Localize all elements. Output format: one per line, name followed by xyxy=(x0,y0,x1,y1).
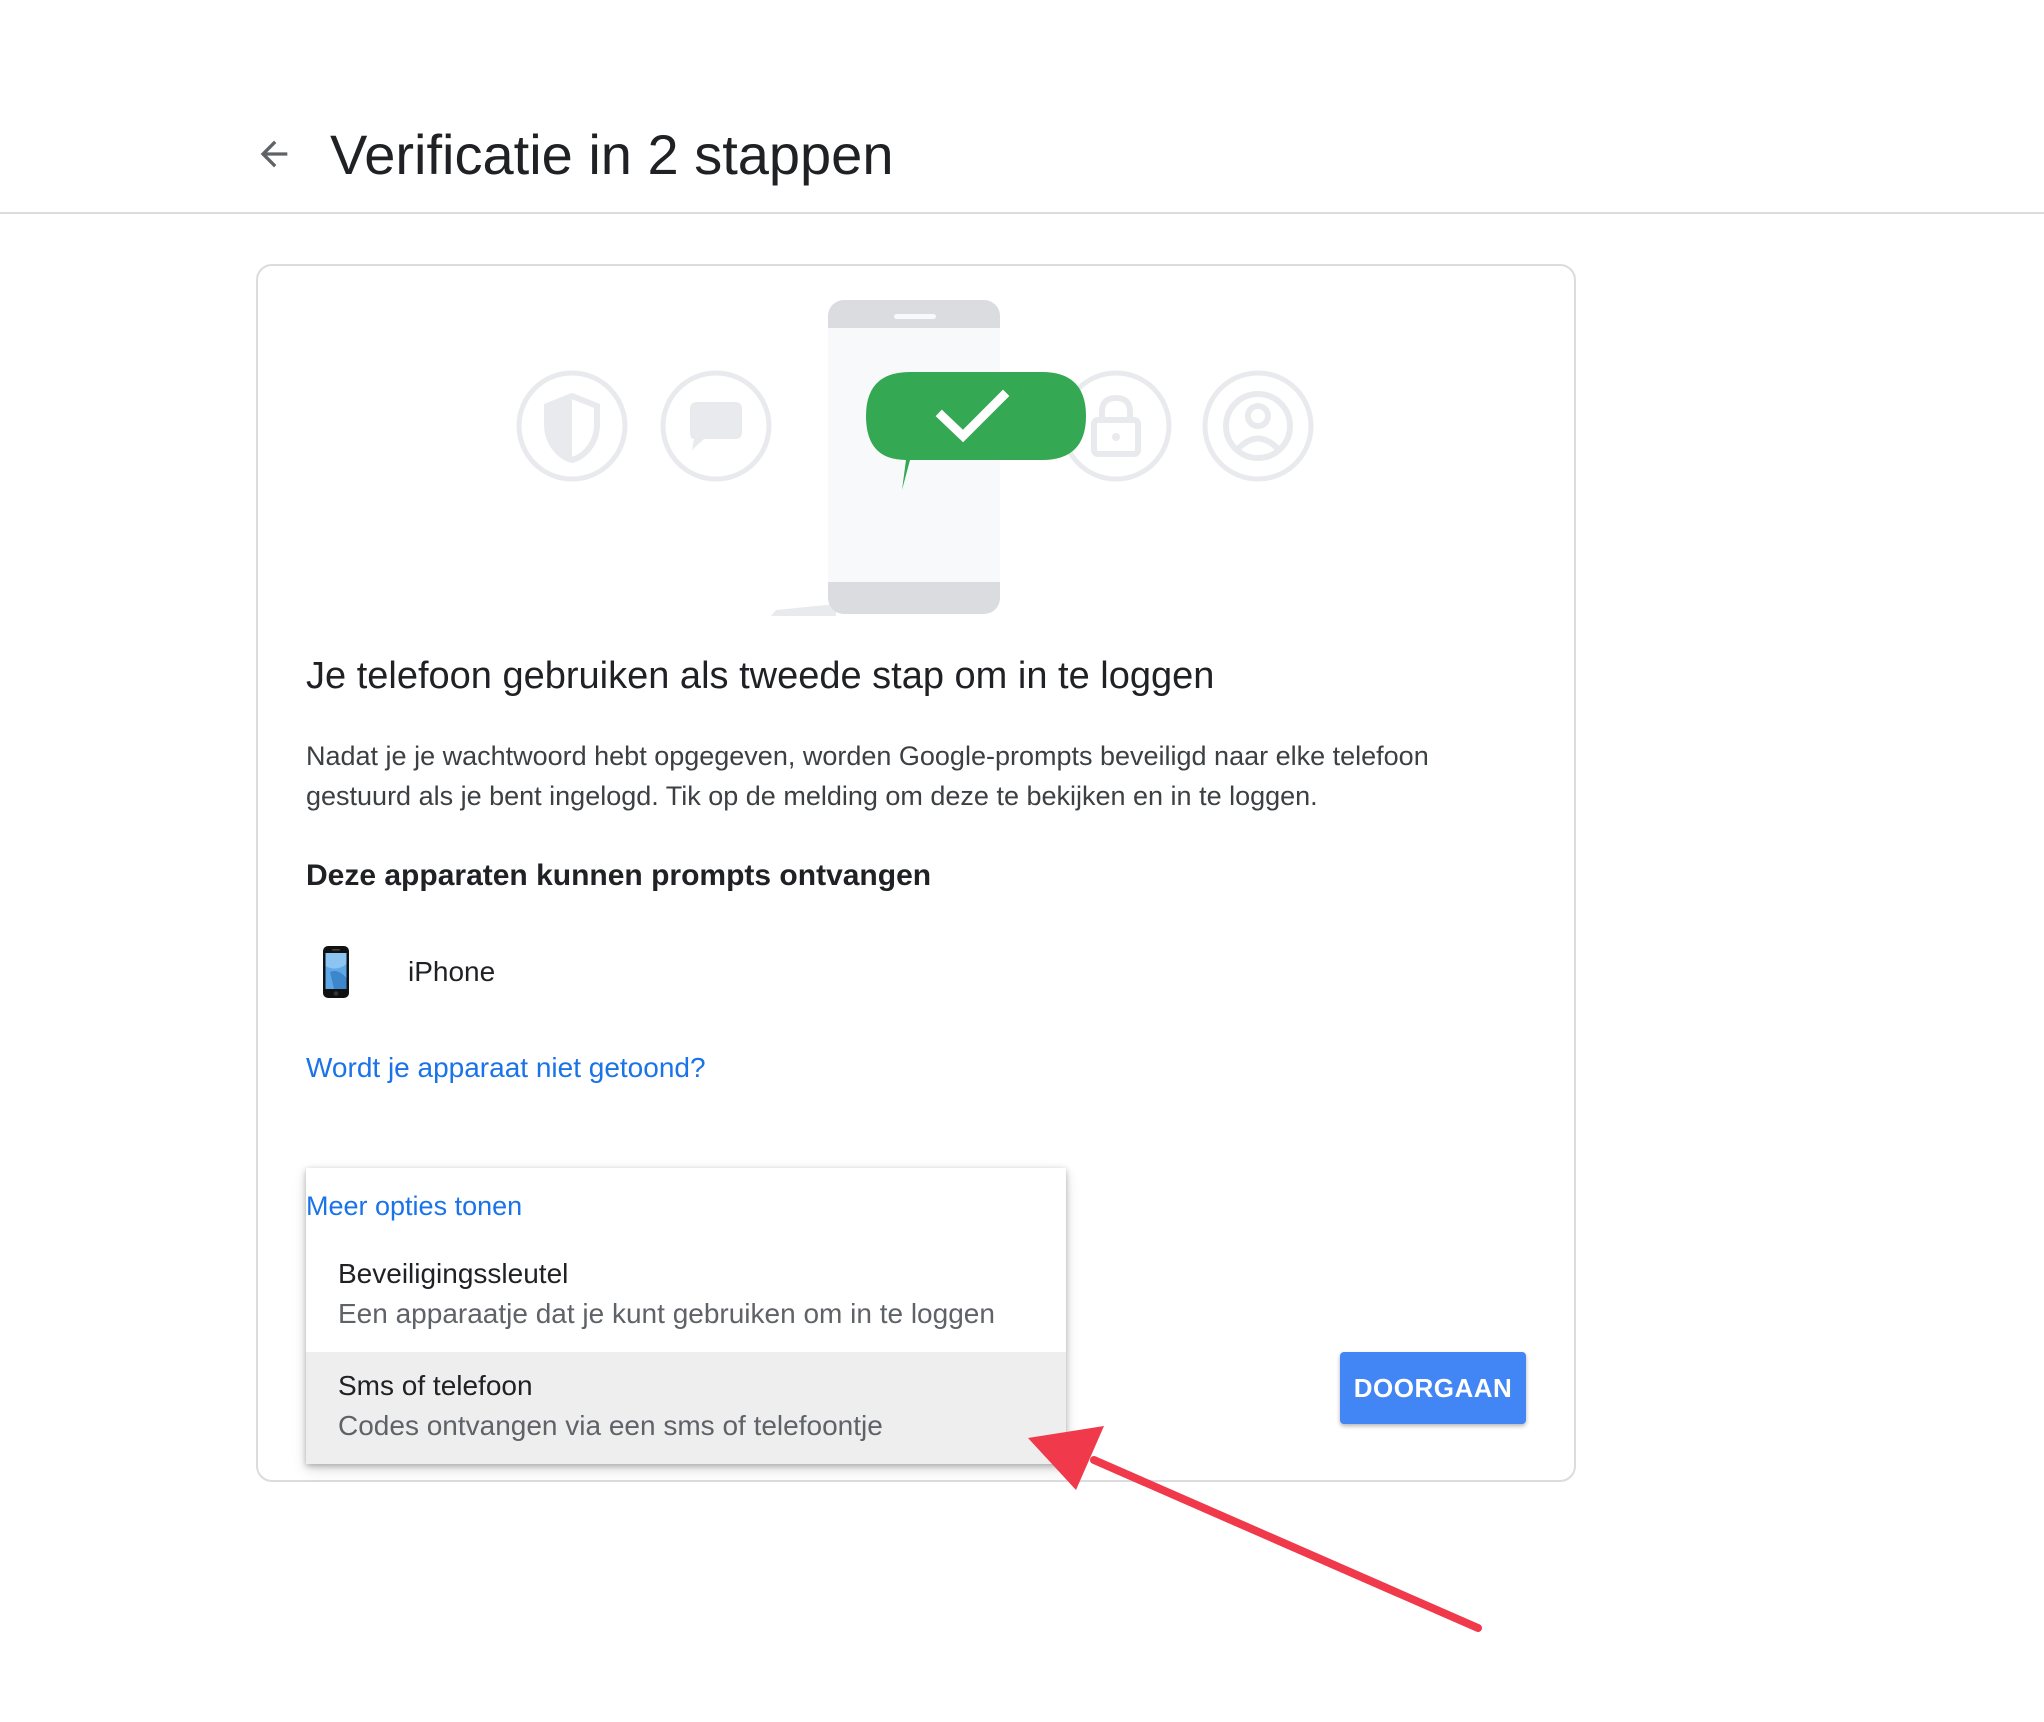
page: Verificatie in 2 stappen Je telefoon geb… xyxy=(0,0,2044,1722)
arrow-back-icon xyxy=(260,140,288,168)
two-step-illustration xyxy=(516,300,1314,616)
option-sms-or-phone[interactable]: Sms of telefoon Codes ontvangen via een … xyxy=(306,1352,1066,1464)
option-title: Beveiligingssleutel xyxy=(338,1258,569,1289)
device-name: iPhone xyxy=(408,956,496,987)
page-header: Verificatie in 2 stappen xyxy=(0,0,2044,214)
more-options-menu: Meer opties tonen Beveiligingssleutel Ee… xyxy=(306,1168,1066,1464)
more-options-toggle[interactable]: Meer opties tonen xyxy=(306,1188,522,1224)
continue-button[interactable]: DOORGAAN xyxy=(1340,1352,1526,1424)
device-not-shown-link[interactable]: Wordt je apparaat niet getoond? xyxy=(306,1050,706,1086)
iphone-icon xyxy=(323,946,349,998)
option-subtitle: Codes ontvangen via een sms of telefoont… xyxy=(338,1410,883,1441)
shield-icon xyxy=(516,370,628,482)
back-button[interactable] xyxy=(248,128,300,180)
chat-bubble-icon xyxy=(660,370,772,482)
device-item: iPhone xyxy=(306,942,495,1002)
option-security-key[interactable]: Beveiligingssleutel Een apparaatje dat j… xyxy=(306,1240,1066,1352)
option-title: Sms of telefoon xyxy=(338,1370,533,1401)
option-subtitle: Een apparaatje dat je kunt gebruiken om … xyxy=(338,1298,995,1329)
devices-heading: Deze apparaten kunnen prompts ontvangen xyxy=(306,859,932,892)
card-description: Nadat je je wachtwoord hebt opgegeven, w… xyxy=(306,741,1429,811)
account-icon xyxy=(1202,370,1314,482)
page-title: Verificatie in 2 stappen xyxy=(330,123,894,186)
card-heading: Je telefoon gebruiken als tweede stap om… xyxy=(306,655,1215,697)
